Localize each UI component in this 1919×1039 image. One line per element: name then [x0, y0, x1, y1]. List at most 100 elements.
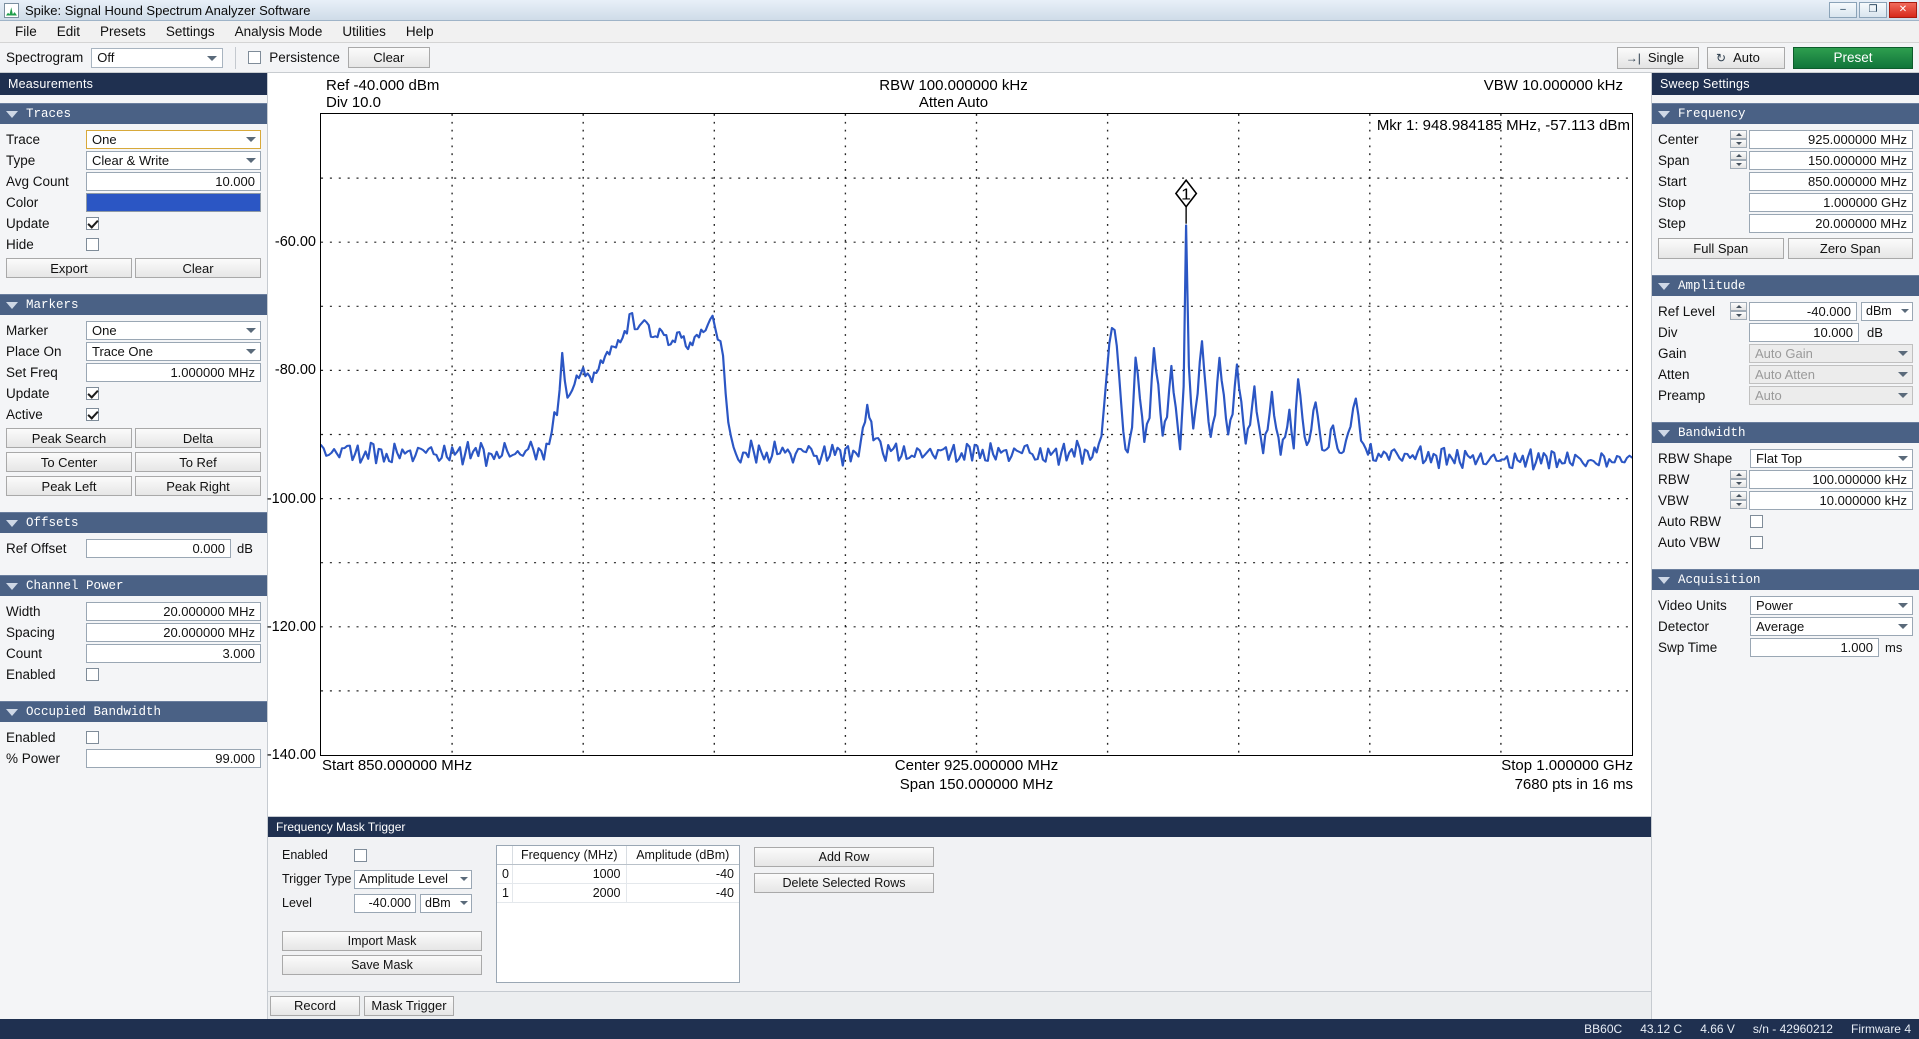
- trace-update-checkbox[interactable]: [86, 216, 99, 230]
- preset-button[interactable]: Preset: [1793, 46, 1913, 69]
- offsets-group-header[interactable]: Offsets: [0, 512, 267, 533]
- mask-trigger-button[interactable]: Mask Trigger: [364, 995, 454, 1016]
- menu-file[interactable]: File: [6, 22, 46, 41]
- ref-level-input[interactable]: -40.000: [1749, 301, 1857, 321]
- preamp-select[interactable]: Auto: [1749, 385, 1913, 405]
- center-input[interactable]: 925.000000 MHz: [1749, 129, 1913, 149]
- peak-search-button[interactable]: Peak Search: [6, 428, 132, 448]
- fmt-row-frequency[interactable]: 1000: [513, 865, 627, 883]
- ref-offset-input[interactable]: 0.000: [86, 538, 231, 558]
- div-input[interactable]: 10.000: [1749, 322, 1859, 342]
- save-mask-button[interactable]: Save Mask: [282, 955, 482, 975]
- menu-analysis-mode[interactable]: Analysis Mode: [226, 22, 332, 41]
- center-stepper[interactable]: [1730, 130, 1747, 148]
- vbw-step-up[interactable]: [1730, 491, 1747, 500]
- ref-level-step-up[interactable]: [1730, 302, 1747, 311]
- channel-power-group-header[interactable]: Channel Power: [0, 575, 267, 596]
- fmt-level-input[interactable]: -40.000: [354, 893, 416, 913]
- cp-width-input[interactable]: 20.000000 MHz: [86, 601, 261, 621]
- span-input[interactable]: 150.000000 MHz: [1749, 150, 1913, 170]
- fmt-enabled-checkbox[interactable]: [354, 848, 367, 862]
- ref-level-unit-select[interactable]: dBm: [1861, 301, 1913, 321]
- bandwidth-group-header[interactable]: Bandwidth: [1652, 422, 1919, 443]
- import-mask-button[interactable]: Import Mask: [282, 931, 482, 951]
- frequency-group-header[interactable]: Frequency: [1652, 103, 1919, 124]
- menu-settings[interactable]: Settings: [157, 22, 224, 41]
- zero-span-button[interactable]: Zero Span: [1787, 238, 1913, 259]
- video-units-select[interactable]: Power: [1750, 595, 1913, 615]
- to-center-button[interactable]: To Center: [6, 452, 132, 472]
- close-button[interactable]: ✕: [1889, 2, 1917, 18]
- stop-input[interactable]: 1.000000 GHz: [1749, 192, 1913, 212]
- trace-clear-button[interactable]: Clear: [135, 258, 261, 278]
- fmt-mask-table[interactable]: Frequency (MHz) Amplitude (dBm) 0 1000 -…: [496, 845, 740, 983]
- set-freq-input[interactable]: 1.000000 MHz: [86, 362, 261, 382]
- single-sweep-button[interactable]: →| Single: [1616, 46, 1699, 69]
- acquisition-group-header[interactable]: Acquisition: [1652, 569, 1919, 590]
- traces-group-header[interactable]: Traces: [0, 103, 267, 124]
- spectrogram-select[interactable]: Off: [91, 47, 224, 68]
- marker-active-checkbox[interactable]: [86, 407, 99, 421]
- rbw-stepper[interactable]: [1730, 470, 1747, 488]
- trace-color-swatch[interactable]: [86, 192, 261, 212]
- menu-presets[interactable]: Presets: [91, 22, 155, 41]
- rbw-shape-select[interactable]: Flat Top: [1750, 448, 1913, 468]
- swp-time-input[interactable]: 1.000: [1750, 637, 1879, 657]
- trace-type-select[interactable]: Clear & Write: [86, 150, 261, 170]
- trace-select[interactable]: One: [86, 129, 261, 149]
- clear-button[interactable]: Clear: [347, 47, 430, 68]
- trace-hide-checkbox[interactable]: [86, 237, 99, 251]
- avg-count-input[interactable]: 10.000: [86, 171, 261, 191]
- menu-help[interactable]: Help: [397, 22, 443, 41]
- atten-select[interactable]: Auto Atten: [1749, 364, 1913, 384]
- center-step-down[interactable]: [1730, 139, 1747, 148]
- rbw-step-down[interactable]: [1730, 479, 1747, 488]
- ref-level-step-down[interactable]: [1730, 311, 1747, 320]
- amplitude-group-header[interactable]: Amplitude: [1652, 275, 1919, 296]
- delta-button[interactable]: Delta: [135, 428, 261, 448]
- cp-enabled-checkbox[interactable]: [86, 667, 99, 681]
- place-on-select[interactable]: Trace One: [86, 341, 261, 361]
- trace-export-button[interactable]: Export: [6, 258, 132, 278]
- record-button[interactable]: Record: [270, 995, 360, 1016]
- detector-select[interactable]: Average: [1750, 616, 1913, 636]
- marker-update-checkbox[interactable]: [86, 386, 99, 400]
- start-input[interactable]: 850.000000 MHz: [1749, 171, 1913, 191]
- spectrum-graph[interactable]: 1 Mkr 1: 948.984185 MHz, -57.113 dBm -60…: [267, 113, 1633, 763]
- span-step-down[interactable]: [1730, 160, 1747, 169]
- vbw-step-down[interactable]: [1730, 500, 1747, 509]
- fmt-trigger-type-select[interactable]: Amplitude Level: [354, 869, 472, 889]
- table-row[interactable]: 0 1000 -40: [497, 865, 739, 884]
- table-row[interactable]: 1 2000 -40: [497, 884, 739, 903]
- rbw-input[interactable]: 100.000000 kHz: [1749, 469, 1913, 489]
- obw-percent-input[interactable]: 99.000: [86, 748, 261, 768]
- vbw-input[interactable]: 10.000000 kHz: [1749, 490, 1913, 510]
- cp-count-input[interactable]: 3.000: [86, 643, 261, 663]
- auto-rbw-checkbox[interactable]: [1750, 514, 1763, 528]
- fmt-row-amplitude[interactable]: -40: [627, 884, 740, 902]
- vbw-stepper[interactable]: [1730, 491, 1747, 509]
- peak-left-button[interactable]: Peak Left: [6, 476, 132, 496]
- obw-enabled-checkbox[interactable]: [86, 730, 99, 744]
- fmt-level-unit-select[interactable]: dBm: [420, 893, 472, 913]
- gain-select[interactable]: Auto Gain: [1749, 343, 1913, 363]
- occupied-bandwidth-group-header[interactable]: Occupied Bandwidth: [0, 701, 267, 722]
- fmt-row-frequency[interactable]: 2000: [513, 884, 627, 902]
- menu-utilities[interactable]: Utilities: [333, 22, 395, 41]
- cp-spacing-input[interactable]: 20.000000 MHz: [86, 622, 261, 642]
- auto-vbw-checkbox[interactable]: [1750, 535, 1763, 549]
- to-ref-button[interactable]: To Ref: [135, 452, 261, 472]
- menu-edit[interactable]: Edit: [48, 22, 89, 41]
- persistence-checkbox[interactable]: [248, 51, 262, 64]
- center-step-up[interactable]: [1730, 130, 1747, 139]
- add-row-button[interactable]: Add Row: [754, 847, 934, 867]
- rbw-step-up[interactable]: [1730, 470, 1747, 479]
- peak-right-button[interactable]: Peak Right: [135, 476, 261, 496]
- minimize-button[interactable]: –: [1829, 2, 1857, 18]
- fmt-row-amplitude[interactable]: -40: [627, 865, 740, 883]
- span-stepper[interactable]: [1730, 151, 1747, 169]
- delete-selected-rows-button[interactable]: Delete Selected Rows: [754, 873, 934, 893]
- auto-sweep-button[interactable]: ↻ Auto: [1707, 46, 1785, 69]
- ref-level-stepper[interactable]: [1730, 302, 1747, 320]
- maximize-button[interactable]: ❐: [1859, 2, 1887, 18]
